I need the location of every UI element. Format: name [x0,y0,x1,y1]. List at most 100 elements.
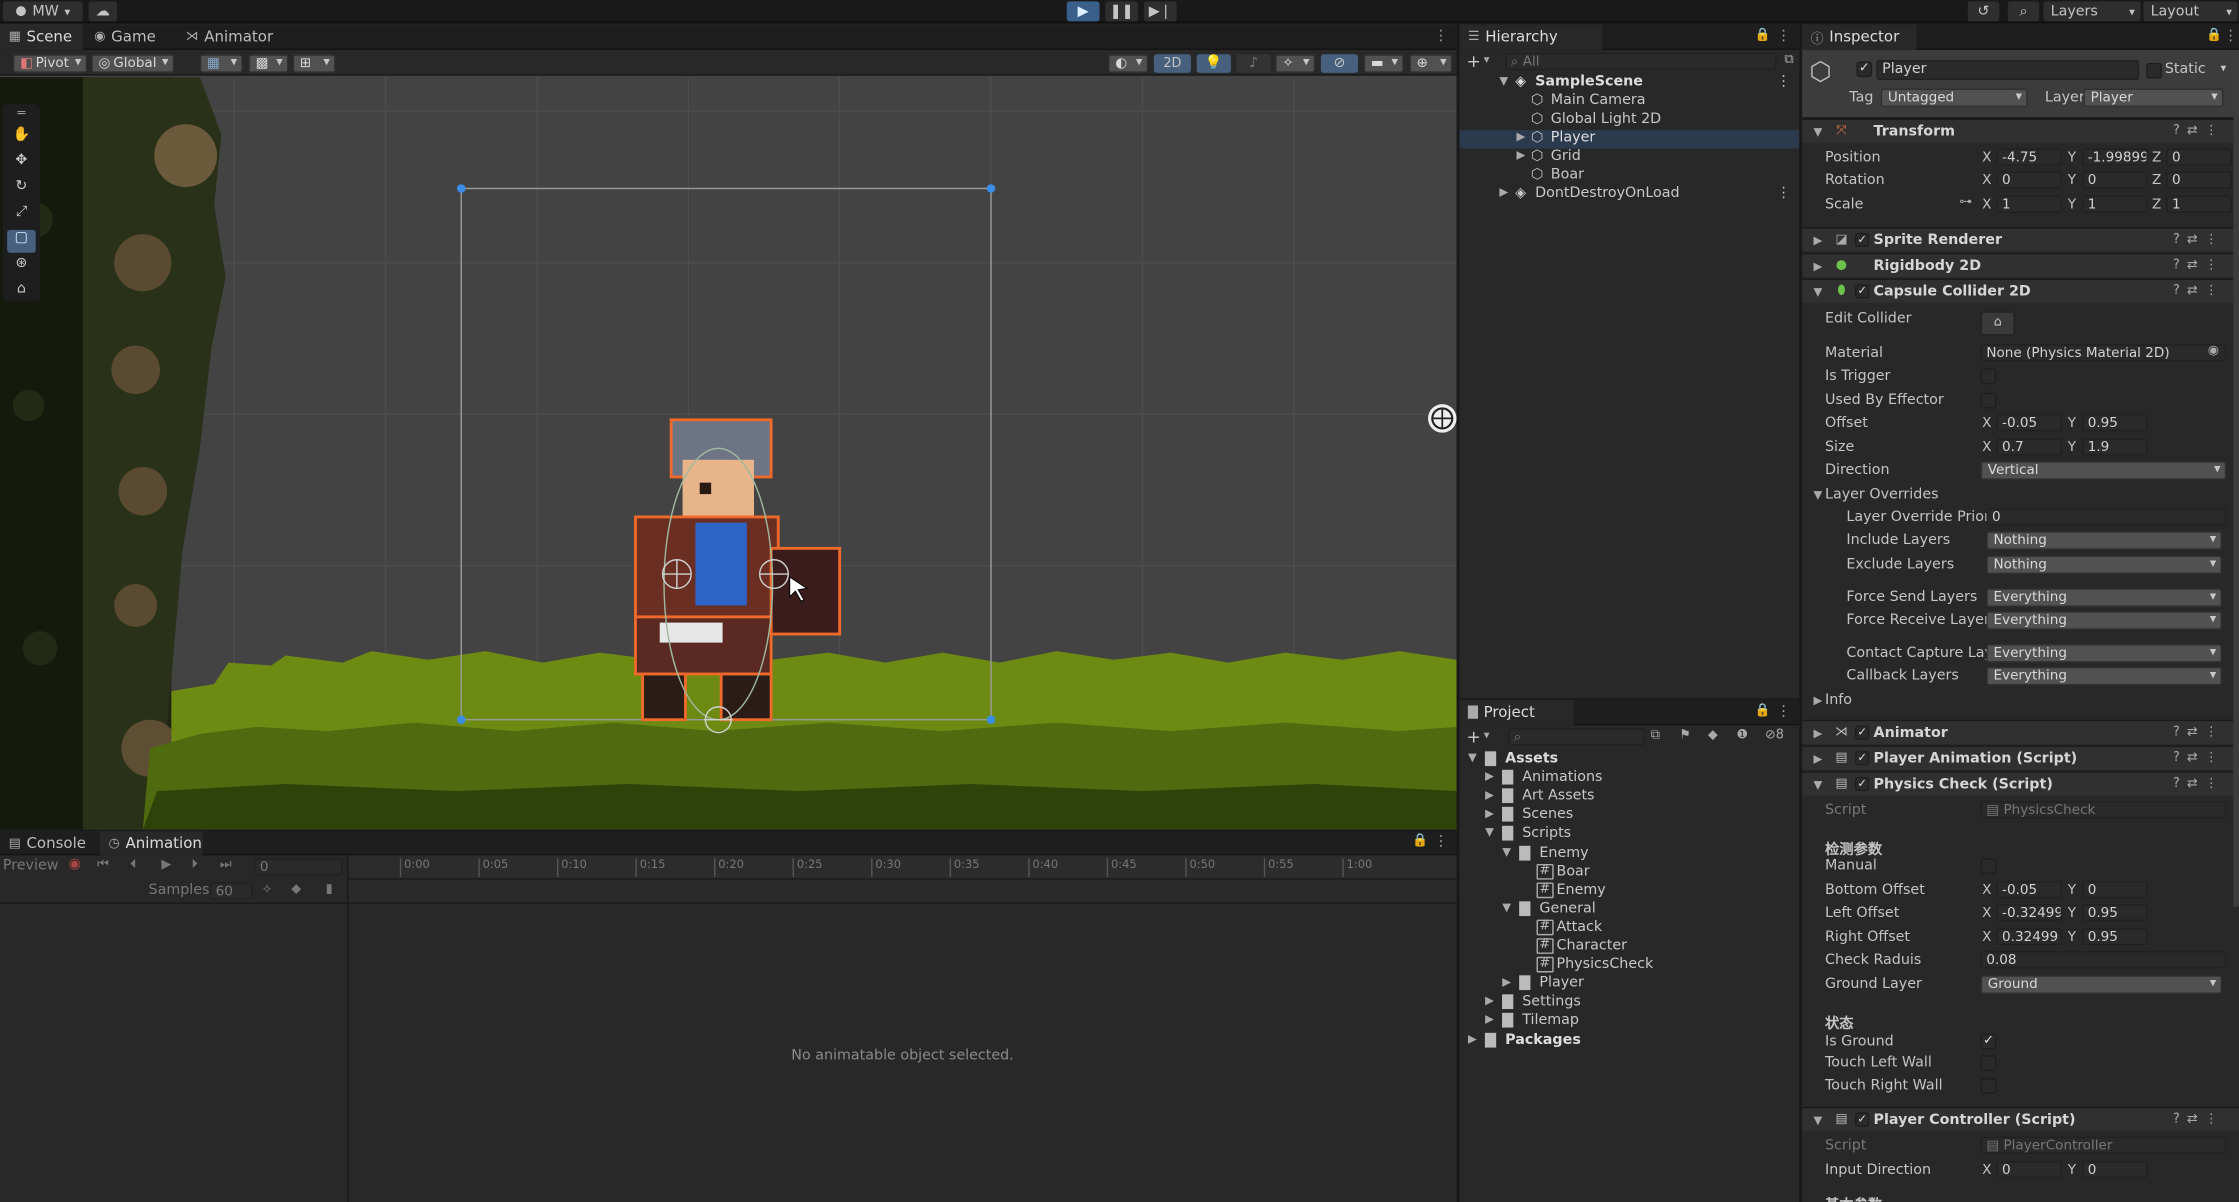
rotate-tool-icon[interactable]: ↻ [7,179,36,202]
visibility-toggle[interactable]: ⊘ [1320,54,1359,73]
capsule-collider-checkbox[interactable]: ✓ [1854,284,1870,299]
grid-snap-dropdown[interactable]: ▦ [199,54,243,73]
component-tools-icon[interactable]: ?⇄⋮ [2173,777,2225,791]
player-controller-checkbox[interactable]: ✓ [1854,1112,1870,1127]
rotation-z-field[interactable]: 0 [2166,171,2232,189]
rigidbody-header[interactable]: ▶ ● Rigidbody 2D ?⇄⋮ [1802,252,2239,278]
ground-layer-dropdown[interactable]: Ground [1980,975,2222,994]
material-field[interactable]: None (Physics Material 2D) [1980,344,2227,362]
hidden-packages-icon[interactable]: ⊘8 [1765,728,1784,742]
tab-game[interactable]: ◉ Game [86,24,172,50]
static-checkbox[interactable] [2146,62,2162,79]
direction-dropdown[interactable]: Vertical [1980,461,2227,480]
offset-x-field[interactable]: -0.05 [1996,414,2063,432]
hierarchy-item-dontdestroyonload[interactable]: ▶ ◈ DontDestroyOnLoad ⋮ [1459,186,1799,205]
history-button[interactable]: ↺ [1967,1,2000,22]
check-radius-field[interactable]: 0.08 [1980,951,2227,969]
chevron-down-icon[interactable]: ▾ [1484,728,1490,741]
layout-dropdown[interactable]: Layout ▾ [2143,1,2238,22]
project-script-boar[interactable]: # Boar [1459,863,1799,882]
component-tools-icon[interactable]: ?⇄⋮ [2173,124,2225,138]
sprite-renderer-checkbox[interactable]: ✓ [1854,232,1870,248]
next-frame-icon[interactable]: ⏵ [191,858,197,872]
rotation-y-field[interactable]: 0 [2082,171,2148,189]
play-button[interactable]: ▶ [1066,1,1100,22]
orientation-gizmo-icon[interactable] [1428,404,1457,433]
left-offset-x-field[interactable]: -0.32499 [1996,903,2063,922]
info-foldout[interactable]: Info [1825,693,1852,709]
lock-icon[interactable]: 🔒 [1412,834,1428,848]
callback-layers-dropdown[interactable]: Everything [1986,666,2222,686]
transform-header[interactable]: ▼ ⤧ Transform ?⇄⋮ [1802,118,2239,143]
fold-open-icon[interactable]: ▼ [1814,488,1823,501]
tab-animator[interactable]: ⋊ Animator [177,24,277,50]
force-send-dropdown[interactable]: Everything [1986,588,2222,607]
samples-field[interactable]: 60 [209,882,253,900]
active-checkbox[interactable]: ✓ [1856,61,1873,78]
tag-icon[interactable]: ◆ [1708,728,1718,742]
hierarchy-item-player[interactable]: ▶ ⬡ Player [1459,129,1800,149]
left-offset-y-field[interactable]: 0.95 [2082,903,2148,922]
component-tools-icon[interactable]: ?⇄⋮ [2173,751,2225,765]
add-icon[interactable]: + [1467,727,1481,747]
animator-checkbox[interactable]: ✓ [1854,725,1870,740]
right-offset-y-field[interactable]: 0.95 [2082,928,2148,946]
tab-scene[interactable]: ▦ Scene [0,24,83,50]
position-x-field[interactable]: -4.75 [1996,148,2063,166]
bottom-offset-y-field[interactable]: 0 [2082,881,2148,899]
add-event-icon[interactable]: ◆ [291,883,301,897]
component-tools-icon[interactable]: ?⇄⋮ [2173,258,2225,272]
used-by-effector-checkbox[interactable] [1980,392,1997,409]
object-name-field[interactable]: Player [1876,59,2140,80]
animator-header[interactable]: ▶ ⋊ ✓ Animator ?⇄⋮ [1802,719,2239,744]
physics-check-header[interactable]: ▼ ▤ ✓ Physics Check (Script) ?⇄⋮ [1802,771,2239,796]
account-dropdown[interactable]: ● MW ▾ [2,1,83,22]
effects-dropdown[interactable]: ✧ [1275,54,1316,73]
lighting-toggle[interactable]: 💡 [1196,54,1231,73]
project-script-physicscheck[interactable]: # PhysicsCheck [1459,956,1799,976]
is-ground-checkbox[interactable]: ✓ [1980,1033,1997,1050]
component-tools-icon[interactable]: ?⇄⋮ [2173,233,2225,247]
fold-closed-icon[interactable]: ▶ [1814,694,1823,707]
kebab-menu-icon[interactable]: ⋮ [1776,186,1790,202]
search-by-type-icon[interactable]: ⧉ [1651,728,1660,742]
tag-dropdown[interactable]: Untagged [1880,88,2028,108]
offset-y-field[interactable]: 0.95 [2082,414,2148,432]
position-y-field[interactable]: -1.99899 [2082,148,2148,166]
tab-inspector[interactable]: ⓘ Inspector [1802,24,1917,50]
manual-checkbox[interactable] [1980,858,1997,874]
preview-toggle[interactable]: Preview [3,858,59,874]
timeline-ruler[interactable]: 0:00 0:05 0:10 0:15 0:20 0:25 0:30 0:35 0:40 0:45… [348,855,1457,880]
link-icon[interactable]: ⊶ [1959,196,1972,210]
layer-overrides-label[interactable]: Layer Overrides [1825,487,1939,503]
size-y-field[interactable]: 1.9 [2082,438,2148,456]
layer-dropdown[interactable]: Player [2083,88,2224,108]
project-folder-player[interactable]: ▶ ▇ Player [1459,976,1799,995]
lock-icon[interactable]: 🔒 [2206,29,2222,43]
contact-capture-dropdown[interactable]: Everything [1986,644,2222,663]
scale-x-field[interactable]: 1 [1996,195,2063,213]
pivot-dropdown[interactable]: ◧ Pivot [12,54,88,73]
increment-snap-dropdown[interactable]: ⊞ [292,54,336,73]
player-animation-checkbox[interactable]: ✓ [1854,751,1870,766]
inspector-scrollbar[interactable] [2233,49,2239,907]
event-marker-icon[interactable]: ▮ [326,883,333,897]
hand-tool-icon[interactable]: ✋ [7,127,36,150]
add-keyframe-icon[interactable]: ⟡ [263,883,272,897]
gizmos-dropdown[interactable]: ⊕ [1409,54,1453,73]
chevron-down-icon[interactable]: ▾ [1484,53,1490,66]
kebab-menu-icon[interactable]: ⋮ [1776,704,1790,720]
rotation-x-field[interactable]: 0 [1996,171,2063,189]
scale-y-field[interactable]: 1 [2082,195,2148,213]
rect-tool-icon[interactable]: ▢ [7,229,36,253]
project-folder-tilemap[interactable]: ▶ ▇ Tilemap [1459,1013,1799,1032]
exclude-layers-dropdown[interactable]: Nothing [1986,555,2222,575]
filter-icon[interactable]: ⧉ [1784,53,1793,67]
tab-animation[interactable]: ◷ Animation [99,831,203,856]
project-folder-enemy[interactable]: ▼ ▇ Enemy [1459,845,1799,864]
grid-visibility-dropdown[interactable]: ▩ [248,54,289,73]
touch-left-wall-checkbox[interactable] [1980,1055,1997,1071]
project-folder-settings[interactable]: ▶ ▇ Settings [1459,994,1799,1013]
override-priority-field[interactable]: 0 [1986,508,2227,526]
step-button[interactable]: ▶❘ [1143,1,1177,22]
